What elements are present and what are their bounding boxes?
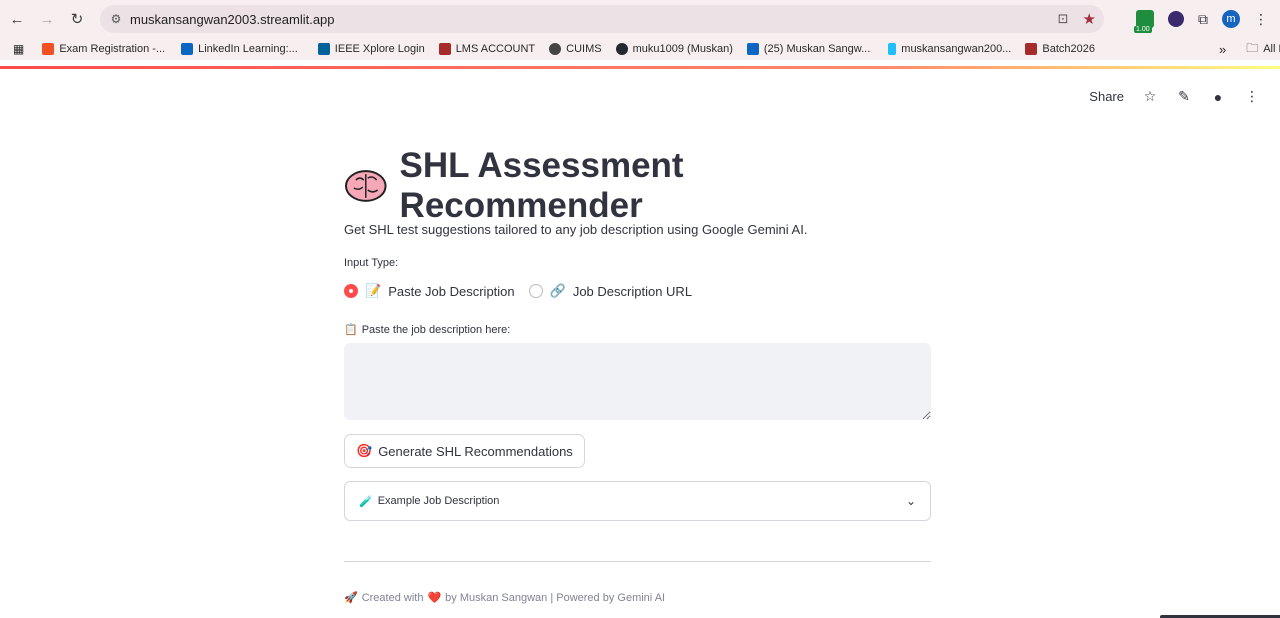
bookmark-favicon [317, 43, 330, 55]
streamlit-header: Share ☆ ✎ ● ⋮ [1089, 88, 1260, 105]
apps-grid-icon[interactable]: ▦ [13, 42, 24, 56]
url-text[interactable]: muskansangwan2003.streamlit.app [130, 12, 335, 27]
address-bar[interactable]: ⚙ muskansangwan2003.streamlit.app ⊡ ★ [100, 5, 1104, 33]
radio-unselected-icon[interactable] [528, 284, 543, 298]
radio-description-url[interactable]: 🔗 Job Description URL [528, 283, 692, 299]
textarea-label: 📋 Paste the job description here: [344, 323, 511, 337]
star-icon[interactable]: ☆ [1142, 88, 1158, 105]
linkedin-icon [746, 43, 759, 55]
menu-kebab-icon[interactable]: ⋮ [1244, 88, 1260, 105]
back-icon[interactable]: ← [2, 4, 32, 34]
extension-icon[interactable] [1168, 11, 1184, 27]
profile-avatar[interactable]: m [1222, 10, 1240, 28]
bookmark-item[interactable]: CUIMS [549, 43, 602, 55]
share-button[interactable]: Share [1089, 89, 1124, 104]
target-icon: 🎯 [356, 443, 373, 458]
bookmark-item[interactable]: LinkedIn Learning:... [181, 43, 298, 55]
brain-icon [344, 170, 387, 202]
bookmark-item[interactable]: muku1009 (Muskan) [615, 43, 733, 55]
page-title: SHL Assessment Recommender [344, 146, 931, 225]
test-tube-icon: 🧪 [359, 495, 373, 508]
bookmark-favicon [549, 43, 562, 55]
github-icon[interactable]: ● [1210, 89, 1226, 105]
all-bookmarks-button[interactable]: 🗀All Bookmarks [1246, 39, 1280, 60]
rocket-icon: 🚀 [344, 592, 358, 604]
link-icon: 🔗 [549, 283, 566, 298]
kaggle-icon [888, 43, 897, 55]
extension-timer-icon[interactable]: 1.00 [1134, 10, 1154, 33]
bookmark-item[interactable]: IEEE Xplore Login [317, 43, 425, 55]
browser-toolbar: ← → ↻ ⚙ muskansangwan2003.streamlit.app … [0, 0, 1280, 38]
forward-icon[interactable]: → [32, 4, 62, 34]
bookmark-star-icon[interactable]: ★ [1083, 10, 1096, 28]
more-bookmarks-icon[interactable]: » [1219, 42, 1226, 57]
bookmark-item[interactable]: LMS ACCOUNT [438, 43, 535, 55]
github-icon [615, 43, 628, 55]
divider [344, 561, 931, 562]
bookmark-favicon [438, 43, 451, 55]
folder-icon: 🗀 [1246, 40, 1259, 55]
bookmark-item[interactable]: muskansangwan200... [888, 43, 1011, 55]
bookmarks-bar: ▦ Exam Registration -... LinkedIn Learni… [0, 38, 1280, 60]
heart-icon: ❤️ [427, 592, 442, 604]
browser-menu-icon[interactable]: ⋮ [1254, 11, 1268, 28]
input-type-radio-group: 📝 Paste Job Description 🔗 Job Descriptio… [344, 283, 931, 299]
bookmark-favicon [1025, 43, 1038, 55]
install-app-icon[interactable]: ⊡ [1058, 11, 1069, 27]
job-description-textarea[interactable] [344, 343, 931, 420]
bookmark-item[interactable]: Batch2026 [1025, 43, 1095, 55]
generate-recommendations-button[interactable]: 🎯 Generate SHL Recommendations [344, 434, 585, 468]
input-type-label: Input Type: [344, 257, 399, 269]
extensions-puzzle-icon[interactable]: ⧉ [1198, 11, 1208, 28]
example-job-description-expander[interactable]: 🧪 Example Job Description ⌄ [344, 481, 931, 521]
edit-pencil-icon[interactable]: ✎ [1176, 88, 1192, 105]
bookmark-item[interactable]: Exam Registration -... [42, 43, 165, 55]
bookmark-favicon [42, 43, 55, 55]
reload-icon[interactable]: ↻ [62, 4, 92, 34]
bookmark-item[interactable]: (25) Muskan Sangw... [746, 43, 870, 55]
site-info-icon[interactable]: ⚙ [102, 12, 130, 26]
footer: 🚀 Created with ❤️ by Muskan Sangwan | Po… [344, 591, 666, 605]
bookmark-favicon [181, 43, 194, 55]
radio-paste-description[interactable]: 📝 Paste Job Description [344, 283, 515, 299]
running-indicator [0, 66, 1280, 69]
main-content: SHL Assessment Recommender Get SHL test … [344, 146, 931, 605]
clipboard-icon: 📋 [344, 324, 358, 336]
chevron-down-icon[interactable]: ⌄ [906, 494, 916, 508]
radio-selected-icon[interactable] [344, 284, 358, 298]
memo-icon: 📝 [365, 283, 382, 298]
